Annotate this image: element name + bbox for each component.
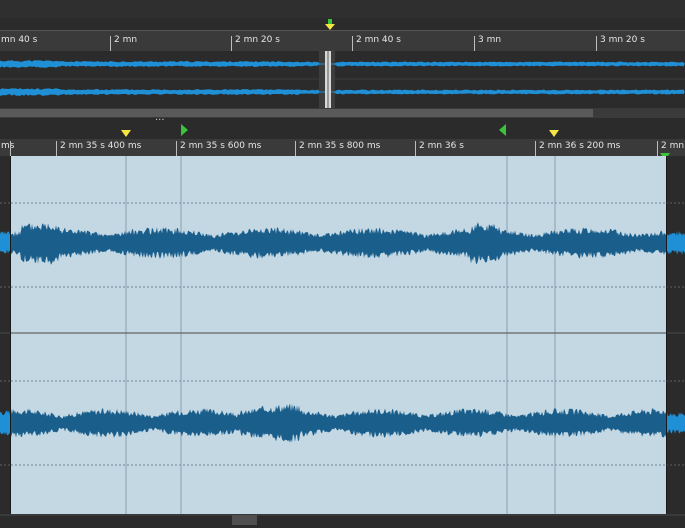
- overview-scrollbar-thumb[interactable]: [0, 109, 593, 117]
- detail-ruler[interactable]: ms 2 mn 35 s 400 ms 2 mn 35 s 600 ms 2 m…: [0, 139, 685, 156]
- overview-waveform-area[interactable]: [0, 51, 685, 108]
- panel-divider[interactable]: ···: [0, 115, 685, 139]
- cue-marker-yellow-icon[interactable]: [549, 130, 559, 138]
- detail-ruler-label: 2 mn 35 s 800 ms: [299, 141, 381, 151]
- selection-region: [11, 156, 666, 514]
- detail-ruler-label: 2 mn 35 s 600 ms: [180, 141, 262, 151]
- overview-ruler-label: 3 mn 20 s: [600, 35, 645, 45]
- overview-ruler-label: 2 mn: [114, 35, 138, 45]
- overview-ruler[interactable]: mn 40 s 2 mn 2 mn 20 s 2 mn 40 s 3 mn 3 …: [0, 30, 685, 52]
- detail-ruler-label: 2 mn 36 s: [419, 141, 464, 151]
- top-toolbar: [0, 0, 685, 18]
- overview-ruler-label: 2 mn 40 s: [356, 35, 401, 45]
- detail-ruler-label: 2 mn 36 s 200 ms: [539, 141, 621, 151]
- overview-ruler-label: 3 mn: [478, 35, 502, 45]
- detail-scrollbar-track[interactable]: [0, 514, 685, 516]
- overview-marker-icon[interactable]: [325, 19, 335, 31]
- detail-ruler-label: ms: [1, 141, 15, 151]
- detail-scrollbar-thumb[interactable]: [232, 515, 257, 525]
- overview-ruler-label: 2 mn 20 s: [235, 35, 280, 45]
- detail-ruler-label: 2 mn 35 s 400 ms: [60, 141, 142, 151]
- detail-ruler-label: 2 mn: [661, 141, 685, 151]
- region-start-marker-icon[interactable]: [181, 124, 189, 136]
- region-end-marker-icon[interactable]: [499, 124, 507, 136]
- overview-ruler-label: mn 40 s: [1, 35, 38, 45]
- overview-scrollbar[interactable]: [0, 108, 685, 118]
- cue-marker-yellow-icon[interactable]: [121, 130, 131, 138]
- detail-scrollbar[interactable]: [0, 514, 685, 528]
- divider-handle[interactable]: ···: [155, 115, 165, 126]
- detail-waveform-area[interactable]: [0, 156, 685, 514]
